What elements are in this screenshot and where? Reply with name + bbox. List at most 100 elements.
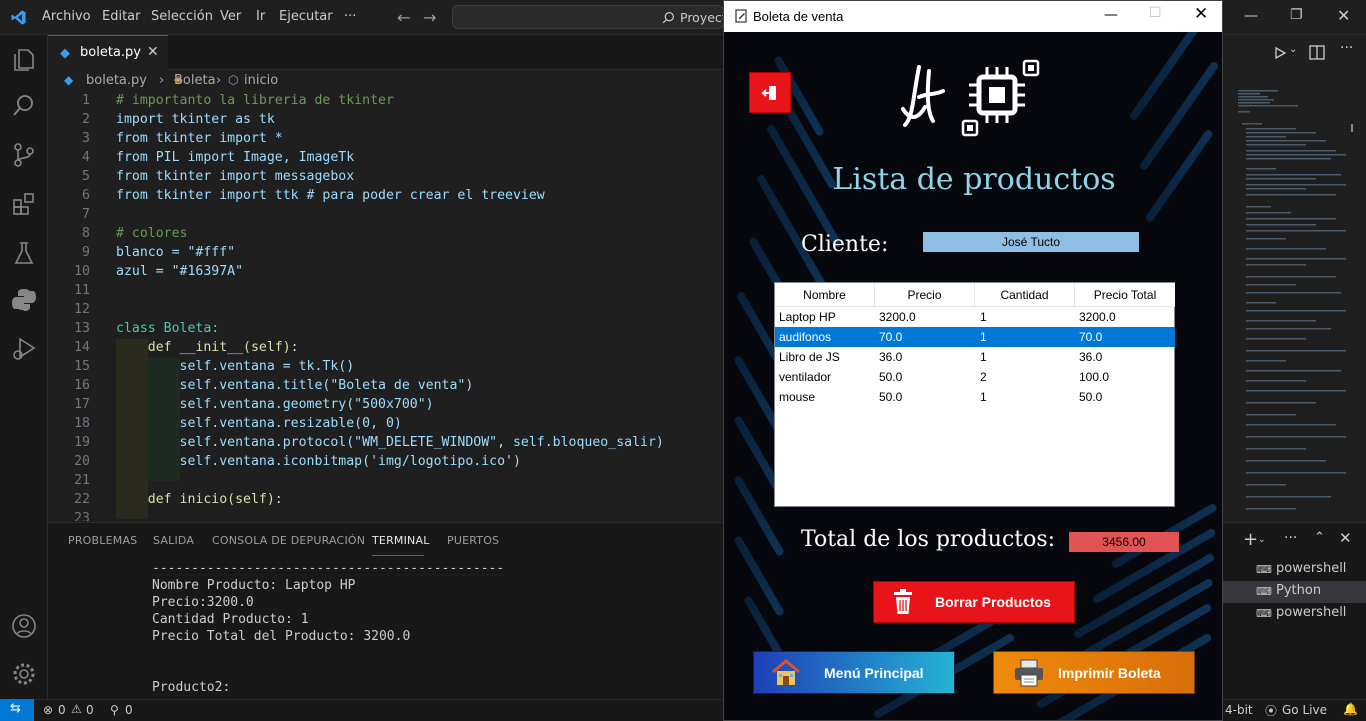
main-menu-button[interactable]: Menú Principal bbox=[753, 651, 955, 694]
panel-tab-problemas[interactable]: PROBLEMAS bbox=[68, 534, 137, 547]
table-row-selected[interactable]: audifonos 70.0 1 70.0 bbox=[775, 327, 1175, 347]
tab-boleta-py[interactable]: ◆ boleta.py ✕ bbox=[48, 35, 168, 70]
panel-tab-terminal[interactable]: TERMINAL bbox=[372, 534, 430, 547]
code-text: self.ventana.resizable(0, 0) bbox=[116, 416, 402, 431]
cell-nombre: Laptop HP bbox=[779, 310, 836, 324]
terminal-item[interactable]: ⌨ powershell bbox=[1223, 603, 1366, 625]
code-line: 8 # colores bbox=[48, 224, 724, 243]
command-center-search[interactable]: Proyecto bbox=[452, 5, 734, 29]
menu-ver[interactable]: Ver bbox=[220, 9, 241, 24]
more-actions-icon[interactable]: ··· bbox=[1340, 40, 1353, 56]
column-header-nombre[interactable]: Nombre bbox=[775, 283, 875, 307]
golive-label[interactable]: Go Live bbox=[1282, 703, 1327, 717]
chevron-up-icon[interactable]: ⌃ bbox=[1314, 530, 1325, 545]
menu-archivo[interactable]: Archivo bbox=[42, 9, 91, 24]
notifications-icon[interactable]: 🔔 bbox=[1343, 702, 1358, 716]
run-icon[interactable] bbox=[1273, 46, 1287, 60]
breadcrumb-class-label: Boleta bbox=[174, 73, 216, 88]
breadcrumb-class[interactable]: Boleta bbox=[174, 73, 216, 88]
code-text: def __init__(self): bbox=[116, 340, 299, 355]
client-label: Cliente: bbox=[801, 232, 889, 257]
terminal-item[interactable]: ⌨ powershell bbox=[1223, 559, 1366, 581]
python-bitness[interactable]: 4-bit bbox=[1225, 703, 1253, 717]
app-maximize-icon: ☐ bbox=[1149, 5, 1162, 21]
terminal-item-active[interactable]: ⌨ Python bbox=[1223, 581, 1366, 603]
table-row[interactable]: Libro de JS 36.0 1 36.0 bbox=[775, 347, 1175, 367]
column-header-cantidad[interactable]: Cantidad bbox=[975, 283, 1075, 307]
python-icon[interactable] bbox=[10, 286, 38, 314]
code-line: 11 bbox=[48, 281, 724, 300]
source-control-icon[interactable] bbox=[10, 141, 38, 169]
add-terminal-icon[interactable]: + bbox=[1243, 529, 1258, 550]
total-value: 3456.00 bbox=[1069, 532, 1179, 552]
delete-products-button[interactable]: Borrar Productos bbox=[873, 581, 1075, 623]
testing-icon[interactable] bbox=[10, 239, 38, 267]
code-text: from tkinter import messagebox bbox=[116, 169, 355, 184]
panel-tab-puertos[interactable]: PUERTOS bbox=[447, 534, 499, 547]
ports-icon[interactable]: ⚲ bbox=[110, 703, 119, 717]
code-text: self.ventana.iconbitmap('img/logotipo.ic… bbox=[116, 454, 521, 469]
minimize-icon[interactable]: — bbox=[1244, 8, 1258, 24]
search-icon[interactable] bbox=[10, 92, 38, 120]
minimap[interactable] bbox=[1238, 88, 1353, 518]
code-line: 17 self.ventana.geometry("500x700") bbox=[48, 395, 724, 414]
run-debug-icon[interactable] bbox=[10, 335, 38, 363]
line-number: 2 bbox=[82, 112, 90, 127]
chevron-down-icon[interactable]: ⌄ bbox=[1258, 535, 1266, 545]
forward-arrow-icon[interactable]: → bbox=[423, 8, 436, 27]
menu-ejecutar[interactable]: Ejecutar bbox=[279, 9, 333, 24]
cell-precio-total: 3200.0 bbox=[1079, 310, 1116, 324]
chevron-down-icon[interactable]: ⌄ bbox=[1289, 44, 1297, 55]
restore-icon[interactable]: ❐ bbox=[1290, 7, 1303, 23]
column-header-precio-total[interactable]: Precio Total bbox=[1075, 283, 1175, 307]
active-tab-indicator bbox=[372, 555, 424, 556]
split-editor-icon[interactable] bbox=[1309, 45, 1325, 60]
exit-button[interactable] bbox=[749, 72, 791, 113]
products-table[interactable]: Nombre Precio Cantidad Precio Total Lapt… bbox=[774, 282, 1175, 507]
cell-precio-total: 70.0 bbox=[1079, 330, 1103, 344]
panel-tab-salida[interactable]: SALIDA bbox=[153, 534, 194, 547]
client-field[interactable]: José Tucto bbox=[923, 232, 1139, 252]
explorer-icon[interactable] bbox=[10, 45, 38, 73]
print-receipt-button[interactable]: Imprimir Boleta bbox=[993, 651, 1195, 694]
app-close-icon[interactable]: ✕ bbox=[1194, 4, 1208, 24]
remote-indicator[interactable]: ⇆ bbox=[0, 699, 34, 721]
error-count[interactable]: 0 bbox=[58, 703, 66, 717]
app-minimize-icon[interactable]: — bbox=[1104, 7, 1118, 23]
warning-count[interactable]: 0 bbox=[86, 703, 94, 717]
errors-icon[interactable]: ⊗ bbox=[43, 703, 53, 717]
menu-seleccion[interactable]: Selección bbox=[151, 9, 213, 24]
ports-count[interactable]: 0 bbox=[125, 703, 133, 717]
close-icon[interactable]: ✕ bbox=[1337, 6, 1350, 25]
golive-icon[interactable]: ⦿ bbox=[1265, 702, 1277, 719]
table-row[interactable]: mouse 50.0 1 50.0 bbox=[775, 387, 1175, 407]
breadcrumb-file[interactable]: boleta.py bbox=[86, 73, 147, 88]
menu-ir[interactable]: Ir bbox=[256, 9, 265, 24]
panel-tab-consola[interactable]: CONSOLA DE DEPURACIÓN bbox=[212, 534, 365, 547]
close-panel-icon[interactable]: ✕ bbox=[1339, 529, 1352, 547]
code-line: 22 def inicio(self): bbox=[48, 490, 724, 509]
back-arrow-icon[interactable]: ← bbox=[397, 8, 410, 27]
app-title-bar: Boleta de venta — ☐ ✕ bbox=[724, 1, 1222, 32]
table-row[interactable]: Laptop HP 3200.0 1 3200.0 bbox=[775, 307, 1175, 327]
tab-close-icon[interactable]: ✕ bbox=[147, 44, 159, 60]
tab-label: boleta.py bbox=[80, 45, 141, 60]
company-logo bbox=[901, 59, 1040, 137]
account-icon[interactable] bbox=[10, 612, 38, 640]
code-line: 23 bbox=[48, 509, 724, 521]
code-line: 2 import tkinter as tk bbox=[48, 110, 724, 129]
table-row[interactable]: ventilador 50.0 2 100.0 bbox=[775, 367, 1175, 387]
app-window: Boleta de venta — ☐ ✕ Lista de productos… bbox=[723, 0, 1223, 721]
more-actions-icon[interactable]: ··· bbox=[1284, 530, 1297, 546]
cell-cantidad: 1 bbox=[980, 350, 987, 364]
breadcrumb-method[interactable]: inicio bbox=[244, 73, 278, 88]
menu-more[interactable]: ··· bbox=[344, 9, 356, 24]
cell-precio: 36.0 bbox=[879, 350, 903, 364]
extensions-icon[interactable] bbox=[10, 190, 38, 218]
column-header-precio[interactable]: Precio bbox=[875, 283, 975, 307]
settings-gear-icon[interactable] bbox=[10, 660, 38, 688]
warning-icon[interactable]: ⚠ bbox=[71, 702, 82, 716]
menu-editar[interactable]: Editar bbox=[102, 9, 141, 24]
line-number: 15 bbox=[74, 359, 90, 374]
code-text: self.ventana.title("Boleta de venta") bbox=[116, 378, 474, 393]
